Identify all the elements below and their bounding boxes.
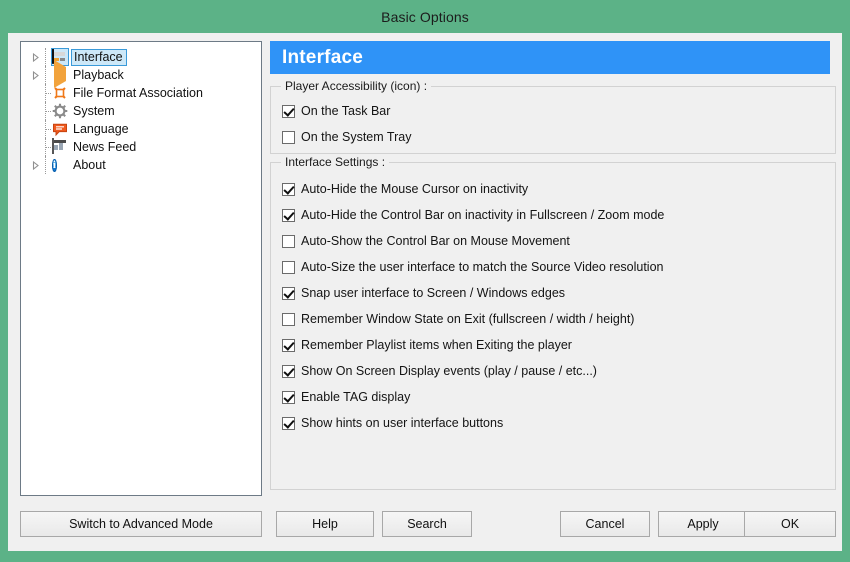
checkbox[interactable] [282,235,295,248]
interface-setting-4[interactable]: Auto-Size the user interface to match th… [282,260,663,274]
help-button[interactable]: Help [276,511,374,537]
expand-arrow-icon[interactable] [29,53,42,62]
sidebar-item-label: Language [73,121,129,137]
checkbox-label: Show On Screen Display events (play / pa… [301,364,597,378]
checkbox-label: Enable TAG display [301,390,410,404]
sidebar-item-label: News Feed [73,139,136,155]
ok-button[interactable]: OK [744,511,836,537]
newspaper-icon [52,138,54,154]
sidebar-item-label: Playback [73,67,124,83]
interface-setting-5[interactable]: Snap user interface to Screen / Windows … [282,286,565,300]
settings-content-pane: Interface Player Accessibility (icon) : … [270,41,836,496]
tree-item-icon [52,85,68,101]
checkbox[interactable] [282,313,295,326]
window-title: Basic Options [381,9,469,25]
tree-connector [42,102,52,120]
interface-setting-6[interactable]: Remember Window State on Exit (fullscree… [282,312,634,326]
sidebar-item-playback[interactable]: Playback [21,66,261,84]
tree-connector [42,48,52,66]
checkbox-label: On the System Tray [301,130,411,144]
options-window: Basic Options InterfacePlaybackFile Form… [0,0,850,562]
sidebar-item-file-format-association[interactable]: File Format Association [21,84,261,102]
interface-setting-9[interactable]: Enable TAG display [282,390,410,404]
checkbox[interactable] [282,287,295,300]
tree-item-icon [52,103,68,119]
sidebar-item-label: System [73,103,115,119]
checkbox[interactable] [282,183,295,196]
switch-to-advanced-mode-button[interactable]: Switch to Advanced Mode [20,511,262,537]
tree-item-icon [52,67,68,83]
sidebar-item-about[interactable]: i About [21,156,261,174]
info-circle-icon: i [52,159,57,172]
expand-arrow-icon[interactable] [29,161,42,170]
checkbox[interactable] [282,105,295,118]
settings-tree-list: InterfacePlayback File Format Association… [21,42,261,174]
apply-button[interactable]: Apply [658,511,748,537]
checkbox-label: Show hints on user interface buttons [301,416,503,430]
checkbox[interactable] [282,209,295,222]
tree-item-icon: i [52,157,68,173]
checkbox[interactable] [282,261,295,274]
group-interface-settings: Interface Settings : Auto-Hide the Mouse… [270,162,836,490]
checkbox[interactable] [282,365,295,378]
interface-setting-3[interactable]: Auto-Show the Control Bar on Mouse Movem… [282,234,570,248]
window-titlebar: Basic Options [0,0,850,33]
accessibility-option-1[interactable]: On the Task Bar [282,104,390,118]
interface-setting-10[interactable]: Show hints on user interface buttons [282,416,503,430]
tree-connector [42,138,52,156]
group-legend-interface-settings: Interface Settings : [281,155,389,169]
expand-arrow-icon[interactable] [29,71,42,80]
window-client-area: InterfacePlaybackFile Format Association… [8,33,842,551]
cancel-button[interactable]: Cancel [560,511,650,537]
checkbox-label: Remember Window State on Exit (fullscree… [301,312,634,326]
tree-connector [42,84,52,102]
search-button[interactable]: Search [382,511,472,537]
checkbox[interactable] [282,339,295,352]
sidebar-item-news-feed[interactable]: News Feed [21,138,261,156]
sidebar-item-label: File Format Association [73,85,203,101]
sidebar-item-label: About [73,157,106,173]
accessibility-option-2[interactable]: On the System Tray [282,130,411,144]
tree-item-icon [52,121,68,137]
checkbox[interactable] [282,391,295,404]
tree-connector [42,66,52,84]
tree-connector [42,120,52,138]
checkbox-label: Snap user interface to Screen / Windows … [301,286,565,300]
interface-setting-7[interactable]: Remember Playlist items when Exiting the… [282,338,572,352]
interface-setting-2[interactable]: Auto-Hide the Control Bar on inactivity … [282,208,664,222]
sidebar-item-language[interactable]: Language [21,120,261,138]
checkbox[interactable] [282,417,295,430]
checkbox-label: On the Task Bar [301,104,390,118]
checkbox[interactable] [282,131,295,144]
page-header-bar: Interface [270,41,830,74]
group-player-accessibility: Player Accessibility (icon) : On the Tas… [270,86,836,154]
sidebar-item-system[interactable]: System [21,102,261,120]
checkbox-label: Remember Playlist items when Exiting the… [301,338,572,352]
group-legend-player-accessibility: Player Accessibility (icon) : [281,79,431,93]
checkbox-label: Auto-Hide the Control Bar on inactivity … [301,208,664,222]
settings-tree-panel[interactable]: InterfacePlayback File Format Association… [20,41,262,496]
checkbox-label: Auto-Size the user interface to match th… [301,260,663,274]
checkbox-label: Auto-Show the Control Bar on Mouse Movem… [301,234,570,248]
sidebar-item-label: Interface [71,49,127,66]
page-title: Interface [270,47,363,69]
interface-setting-8[interactable]: Show On Screen Display events (play / pa… [282,364,597,378]
tree-connector [42,156,52,174]
checkbox-label: Auto-Hide the Mouse Cursor on inactivity [301,182,528,196]
interface-setting-1[interactable]: Auto-Hide the Mouse Cursor on inactivity [282,182,528,196]
tree-item-icon [52,139,68,155]
